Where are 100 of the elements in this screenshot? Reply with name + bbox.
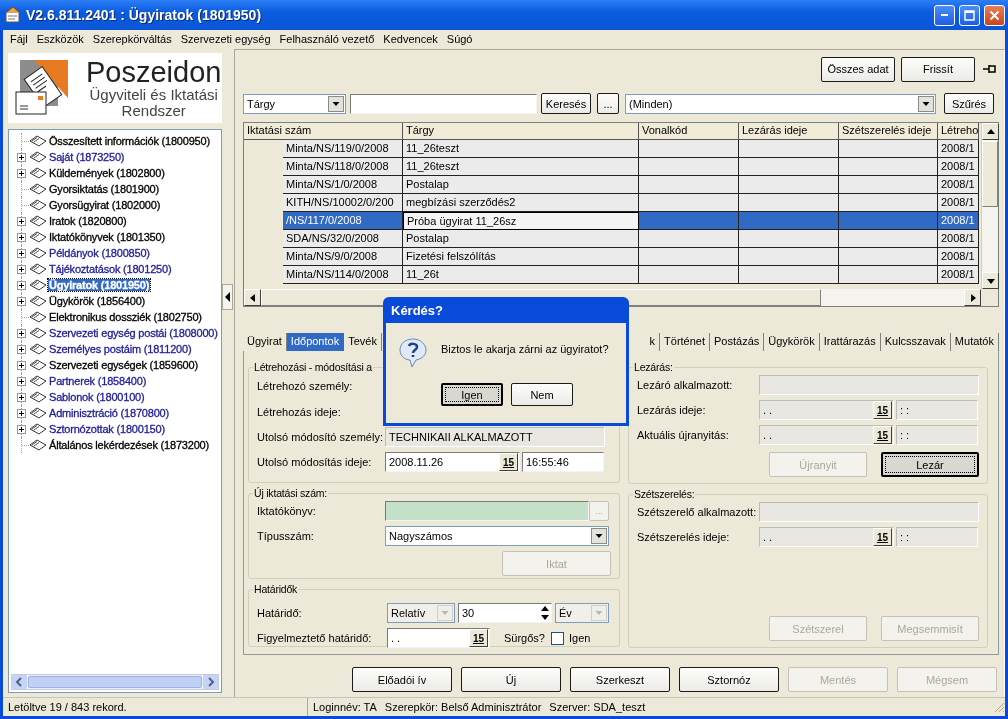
table-row[interactable]: KITH/NS/10002/0/200 megbízási szerződés2 2008/1 xyxy=(244,194,981,212)
close-button[interactable] xyxy=(984,4,1005,26)
table-row[interactable]: Minta/NS/9/0/2008 Fizetési felszólítás 2008/1 xyxy=(244,248,981,266)
expand-icon[interactable] xyxy=(17,248,26,258)
action-button[interactable]: Lezár xyxy=(881,452,979,478)
tree-item[interactable]: Partnerek (1858400) xyxy=(48,375,148,387)
menu-item[interactable]: Felhasználó vezető xyxy=(275,32,380,45)
more-button[interactable]: ... xyxy=(597,93,619,114)
expand-icon[interactable] xyxy=(17,408,26,418)
unit-dropdown[interactable]: Év xyxy=(555,603,609,623)
tree-item[interactable]: Küldemények (1802800) xyxy=(48,167,166,179)
toolbar-button[interactable]: Összes adat xyxy=(821,56,895,82)
toolbar-button[interactable]: Frissít xyxy=(901,56,975,82)
scroll-right-button[interactable] xyxy=(964,289,981,306)
field-label: Szétszerelés ideje: xyxy=(637,531,731,544)
table-row[interactable]: Minta/NS/118/0/2008 11_26teszt 2008/1 xyxy=(244,158,981,176)
expand-icon[interactable] xyxy=(17,376,26,386)
column-header[interactable]: Vonalkód xyxy=(639,123,739,140)
expand-icon[interactable] xyxy=(17,216,26,226)
expand-icon[interactable] xyxy=(17,296,26,306)
expand-icon[interactable] xyxy=(17,360,26,370)
column-header[interactable]: Iktatási szám xyxy=(244,123,403,140)
scroll-up-button[interactable] xyxy=(982,123,999,140)
field-dropdown[interactable]: Tárgy xyxy=(243,93,346,114)
caret-icon xyxy=(437,605,453,621)
expand-icon[interactable] xyxy=(17,424,26,434)
calendar-button[interactable]: 15 xyxy=(469,629,488,647)
tree-item[interactable]: Iktatókönyvek (1801350) xyxy=(48,231,166,243)
column-header[interactable]: Szétszerelés ideje xyxy=(839,123,938,140)
menu-item[interactable]: Kedvencek xyxy=(379,32,443,45)
scroll-left-button[interactable] xyxy=(244,289,261,306)
column-header[interactable]: Tárgy xyxy=(403,123,639,140)
date-field[interactable]: . . 15 xyxy=(387,628,490,648)
table-cell: Postalap xyxy=(403,230,639,248)
menu-item[interactable]: Eszközök xyxy=(32,32,89,45)
vertical-scrollbar[interactable] xyxy=(981,123,998,289)
tree-item[interactable]: Saját (1873250) xyxy=(48,151,126,163)
action-button[interactable]: Sztornóz xyxy=(679,667,779,692)
table-row[interactable]: Minta/NS/119/0/2008 11_26teszt 2008/1 xyxy=(244,140,981,158)
menu-item[interactable]: Szerepkörváltás xyxy=(88,32,177,45)
tree-item[interactable]: Gyorsiktatás (1801900) xyxy=(48,183,160,195)
scroll-down-button[interactable] xyxy=(982,272,999,289)
time-field[interactable]: 16:55:46 xyxy=(522,452,604,472)
dialog-button[interactable]: Igen xyxy=(441,383,503,406)
table-cell: 2008/1 xyxy=(938,248,979,266)
expand-icon[interactable] xyxy=(17,328,26,338)
expand-icon[interactable] xyxy=(17,232,26,242)
tree-item[interactable]: Tájékoztatások (1801250) xyxy=(48,263,173,275)
minimize-button[interactable] xyxy=(934,4,955,26)
urgent-checkbox[interactable] xyxy=(551,631,564,645)
expand-icon[interactable] xyxy=(17,264,26,274)
expand-icon[interactable] xyxy=(17,152,26,162)
action-button[interactable]: Előadói ív xyxy=(352,667,452,692)
menu-item[interactable]: Szervezeti egység xyxy=(176,32,276,45)
type-dropdown[interactable]: Nagyszámos xyxy=(385,526,609,546)
tree-item[interactable]: Ügykörök (1856400) xyxy=(48,295,147,307)
expand-icon[interactable] xyxy=(17,392,26,402)
filter-dropdown[interactable]: (Minden) xyxy=(625,93,936,114)
table-row[interactable]: Minta/NS/114/0/2008 11_26t 2008/1 xyxy=(244,266,981,284)
column-header[interactable]: Lezárás ideje xyxy=(739,123,839,140)
calendar-button[interactable]: 15 xyxy=(499,453,518,471)
expand-icon[interactable] xyxy=(17,168,26,178)
tree-item[interactable]: Példányok (1800850) xyxy=(48,247,151,259)
horizontal-scrollbar[interactable] xyxy=(11,674,219,690)
search-field[interactable] xyxy=(350,93,537,114)
menu-item[interactable]: Súgó xyxy=(442,32,478,45)
book-icon xyxy=(29,247,47,259)
filter-button[interactable]: Szűrés xyxy=(944,93,994,114)
table-row[interactable]: Minta/NS/1/0/2008 Postalap 2008/1 xyxy=(244,176,981,194)
menu-item[interactable]: Fájl xyxy=(6,32,33,45)
table-row[interactable]: SDA/NS/32/0/2008 Postalap 2008/1 xyxy=(244,230,981,248)
book-icon xyxy=(29,375,47,387)
date-field[interactable]: 2008.11.26 15 xyxy=(385,452,520,472)
amount-spinner[interactable]: 30 xyxy=(458,603,552,623)
column-header[interactable]: Létreho xyxy=(938,123,979,140)
collapse-button[interactable] xyxy=(222,284,233,310)
action-button[interactable]: Új xyxy=(461,667,561,692)
maximize-button[interactable] xyxy=(959,4,980,26)
mode-dropdown[interactable]: Relatív xyxy=(387,603,455,623)
tree-item[interactable]: Szervezeti egység postái (1808000) xyxy=(48,327,219,339)
expand-icon[interactable] xyxy=(17,344,26,354)
field-label: Típusszám: xyxy=(257,530,315,542)
table-row[interactable]: /NS/117/0/2008 Próba ügyirat 11_26sz 2008/1 xyxy=(244,212,981,230)
action-button[interactable]: Szerkeszt xyxy=(570,667,670,692)
tree-item[interactable]: Összesített információk (1800950) xyxy=(48,135,211,147)
tree-item[interactable]: Sablonok (1800100) xyxy=(48,391,146,403)
dialog-button[interactable]: Nem xyxy=(511,383,573,406)
tree-item[interactable]: Személyes postáim (1811200) xyxy=(48,343,193,355)
tree-item[interactable]: Gyorsügyirat (1802000) xyxy=(48,199,162,211)
tree-item[interactable]: Általános lekérdezések (1873200) xyxy=(48,439,210,451)
table-cell: Minta/NS/9/0/2008 xyxy=(283,248,403,266)
tree-item[interactable]: Sztornózottak (1800150) xyxy=(48,423,166,435)
expand-icon[interactable] xyxy=(17,280,26,290)
tree-item[interactable]: Ügyiratok (1801950) xyxy=(48,279,151,291)
tree-item[interactable]: Adminisztráció (1870800) xyxy=(48,407,170,419)
tree-item[interactable]: Iratok (1820800) xyxy=(48,215,128,227)
tree-item[interactable]: Elektronikus dossziék (1802750) xyxy=(48,311,203,323)
tree-item[interactable]: Szervezeti egységek (1859600) xyxy=(48,359,199,371)
search-button[interactable]: Keresés xyxy=(541,93,591,114)
tab[interactable]: Időpontok xyxy=(286,333,345,351)
